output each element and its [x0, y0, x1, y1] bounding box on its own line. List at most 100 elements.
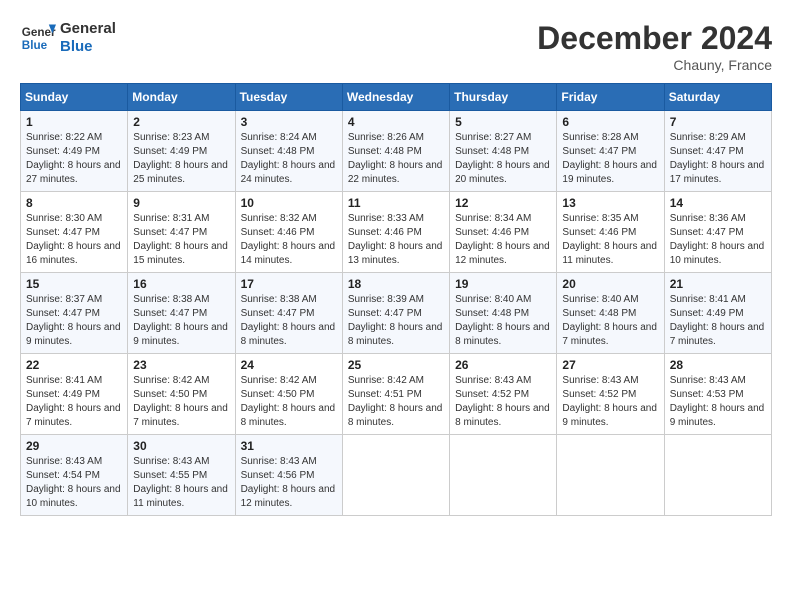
calendar-cell: 31 Sunrise: 8:43 AMSunset: 4:56 PMDayligh…	[235, 435, 342, 516]
day-info: Sunrise: 8:38 AMSunset: 4:47 PMDaylight:…	[241, 293, 337, 349]
day-number: 5	[455, 115, 551, 129]
calendar-cell	[557, 435, 664, 516]
day-number: 22	[26, 358, 122, 372]
day-number: 9	[133, 196, 229, 210]
day-number: 23	[133, 358, 229, 372]
day-info: Sunrise: 8:38 AMSunset: 4:47 PMDaylight:…	[133, 293, 229, 349]
calendar-cell: 28Sunrise: 8:43 AMSunset: 4:53 PMDayligh…	[664, 354, 771, 435]
calendar-cell: 9 Sunrise: 8:31 AMSunset: 4:47 PMDaylight…	[128, 192, 235, 273]
day-number: 17	[241, 277, 337, 291]
calendar-cell: 23 Sunrise: 8:42 AMSunset: 4:50 PMDayligh…	[128, 354, 235, 435]
day-info: Sunrise: 8:41 AMSunset: 4:49 PMDaylight:…	[670, 293, 766, 349]
day-info: Sunrise: 8:42 AMSunset: 4:50 PMDaylight:…	[133, 374, 229, 430]
calendar-cell: 16 Sunrise: 8:38 AMSunset: 4:47 PMDayligh…	[128, 273, 235, 354]
calendar-cell: 11Sunrise: 8:33 AMSunset: 4:46 PMDayligh…	[342, 192, 449, 273]
calendar-cell	[450, 435, 557, 516]
day-info: Sunrise: 8:39 AMSunset: 4:47 PMDaylight:…	[348, 293, 444, 349]
day-number: 7	[670, 115, 766, 129]
day-info: Sunrise: 8:43 AMSunset: 4:55 PMDaylight:…	[133, 455, 229, 511]
day-header-saturday: Saturday	[664, 84, 771, 111]
day-number: 12	[455, 196, 551, 210]
calendar-cell: 3 Sunrise: 8:24 AMSunset: 4:48 PMDaylight…	[235, 111, 342, 192]
day-info: Sunrise: 8:36 AMSunset: 4:47 PMDaylight:…	[670, 212, 766, 268]
calendar-cell: 10 Sunrise: 8:32 AMSunset: 4:46 PMDayligh…	[235, 192, 342, 273]
day-number: 31	[241, 439, 337, 453]
day-number: 29	[26, 439, 122, 453]
calendar-cell: 4Sunrise: 8:26 AMSunset: 4:48 PMDaylight…	[342, 111, 449, 192]
day-number: 2	[133, 115, 229, 129]
day-info: Sunrise: 8:23 AMSunset: 4:49 PMDaylight:…	[133, 131, 229, 187]
day-number: 30	[133, 439, 229, 453]
day-info: Sunrise: 8:37 AMSunset: 4:47 PMDaylight:…	[26, 293, 122, 349]
calendar-cell: 2 Sunrise: 8:23 AMSunset: 4:49 PMDaylight…	[128, 111, 235, 192]
day-number: 18	[348, 277, 444, 291]
calendar-table: SundayMondayTuesdayWednesdayThursdayFrid…	[20, 83, 772, 516]
day-info: Sunrise: 8:31 AMSunset: 4:47 PMDaylight:…	[133, 212, 229, 268]
day-info: Sunrise: 8:24 AMSunset: 4:48 PMDaylight:…	[241, 131, 337, 187]
day-number: 10	[241, 196, 337, 210]
calendar-cell: 13 Sunrise: 8:35 AMSunset: 4:46 PMDayligh…	[557, 192, 664, 273]
day-info: Sunrise: 8:42 AMSunset: 4:50 PMDaylight:…	[241, 374, 337, 430]
calendar-cell: 27Sunrise: 8:43 AMSunset: 4:52 PMDayligh…	[557, 354, 664, 435]
page-header: General Blue General Blue December 2024 …	[20, 20, 772, 73]
calendar-cell	[342, 435, 449, 516]
day-number: 14	[670, 196, 766, 210]
calendar-cell: 25 Sunrise: 8:42 AMSunset: 4:51 PMDayligh…	[342, 354, 449, 435]
calendar-cell: 15Sunrise: 8:37 AMSunset: 4:47 PMDayligh…	[21, 273, 128, 354]
day-number: 4	[348, 115, 444, 129]
day-info: Sunrise: 8:43 AMSunset: 4:56 PMDaylight:…	[241, 455, 337, 511]
day-number: 24	[241, 358, 337, 372]
week-row-4: 22 Sunrise: 8:41 AMSunset: 4:49 PMDayligh…	[21, 354, 772, 435]
calendar-cell: 8Sunrise: 8:30 AMSunset: 4:47 PMDaylight…	[21, 192, 128, 273]
day-header-sunday: Sunday	[21, 84, 128, 111]
day-number: 3	[241, 115, 337, 129]
calendar-cell: 20Sunrise: 8:40 AMSunset: 4:48 PMDayligh…	[557, 273, 664, 354]
day-number: 8	[26, 196, 122, 210]
calendar-cell: 18 Sunrise: 8:39 AMSunset: 4:47 PMDayligh…	[342, 273, 449, 354]
day-info: Sunrise: 8:29 AMSunset: 4:47 PMDaylight:…	[670, 131, 766, 187]
day-header-tuesday: Tuesday	[235, 84, 342, 111]
month-title: December 2024	[537, 20, 772, 57]
day-number: 19	[455, 277, 551, 291]
svg-text:Blue: Blue	[22, 39, 48, 52]
week-row-3: 15Sunrise: 8:37 AMSunset: 4:47 PMDayligh…	[21, 273, 772, 354]
calendar-cell: 21 Sunrise: 8:41 AMSunset: 4:49 PMDayligh…	[664, 273, 771, 354]
calendar-cell: 17 Sunrise: 8:38 AMSunset: 4:47 PMDayligh…	[235, 273, 342, 354]
day-info: Sunrise: 8:40 AMSunset: 4:48 PMDaylight:…	[562, 293, 658, 349]
day-info: Sunrise: 8:35 AMSunset: 4:46 PMDaylight:…	[562, 212, 658, 268]
day-number: 25	[348, 358, 444, 372]
day-number: 1	[26, 115, 122, 129]
day-number: 6	[562, 115, 658, 129]
day-number: 26	[455, 358, 551, 372]
day-info: Sunrise: 8:43 AMSunset: 4:53 PMDaylight:…	[670, 374, 766, 430]
header-row: SundayMondayTuesdayWednesdayThursdayFrid…	[21, 84, 772, 111]
calendar-cell: 19 Sunrise: 8:40 AMSunset: 4:48 PMDayligh…	[450, 273, 557, 354]
week-row-1: 1 Sunrise: 8:22 AMSunset: 4:49 PMDaylight…	[21, 111, 772, 192]
day-info: Sunrise: 8:28 AMSunset: 4:47 PMDaylight:…	[562, 131, 658, 187]
day-header-thursday: Thursday	[450, 84, 557, 111]
day-number: 27	[562, 358, 658, 372]
calendar-cell	[664, 435, 771, 516]
day-header-friday: Friday	[557, 84, 664, 111]
day-info: Sunrise: 8:40 AMSunset: 4:48 PMDaylight:…	[455, 293, 551, 349]
week-row-2: 8Sunrise: 8:30 AMSunset: 4:47 PMDaylight…	[21, 192, 772, 273]
day-info: Sunrise: 8:41 AMSunset: 4:49 PMDaylight:…	[26, 374, 122, 430]
calendar-cell: 22 Sunrise: 8:41 AMSunset: 4:49 PMDayligh…	[21, 354, 128, 435]
calendar-cell: 30 Sunrise: 8:43 AMSunset: 4:55 PMDayligh…	[128, 435, 235, 516]
day-info: Sunrise: 8:32 AMSunset: 4:46 PMDaylight:…	[241, 212, 337, 268]
logo-line2: Blue	[60, 38, 116, 56]
day-number: 11	[348, 196, 444, 210]
day-number: 13	[562, 196, 658, 210]
calendar-cell: 7 Sunrise: 8:29 AMSunset: 4:47 PMDaylight…	[664, 111, 771, 192]
day-info: Sunrise: 8:42 AMSunset: 4:51 PMDaylight:…	[348, 374, 444, 430]
day-header-monday: Monday	[128, 84, 235, 111]
day-header-wednesday: Wednesday	[342, 84, 449, 111]
logo-line1: General	[60, 20, 116, 38]
day-info: Sunrise: 8:34 AMSunset: 4:46 PMDaylight:…	[455, 212, 551, 268]
logo: General Blue General Blue	[20, 20, 116, 56]
day-info: Sunrise: 8:43 AMSunset: 4:52 PMDaylight:…	[455, 374, 551, 430]
day-number: 16	[133, 277, 229, 291]
day-number: 21	[670, 277, 766, 291]
day-info: Sunrise: 8:22 AMSunset: 4:49 PMDaylight:…	[26, 131, 122, 187]
calendar-cell: 5Sunrise: 8:27 AMSunset: 4:48 PMDaylight…	[450, 111, 557, 192]
